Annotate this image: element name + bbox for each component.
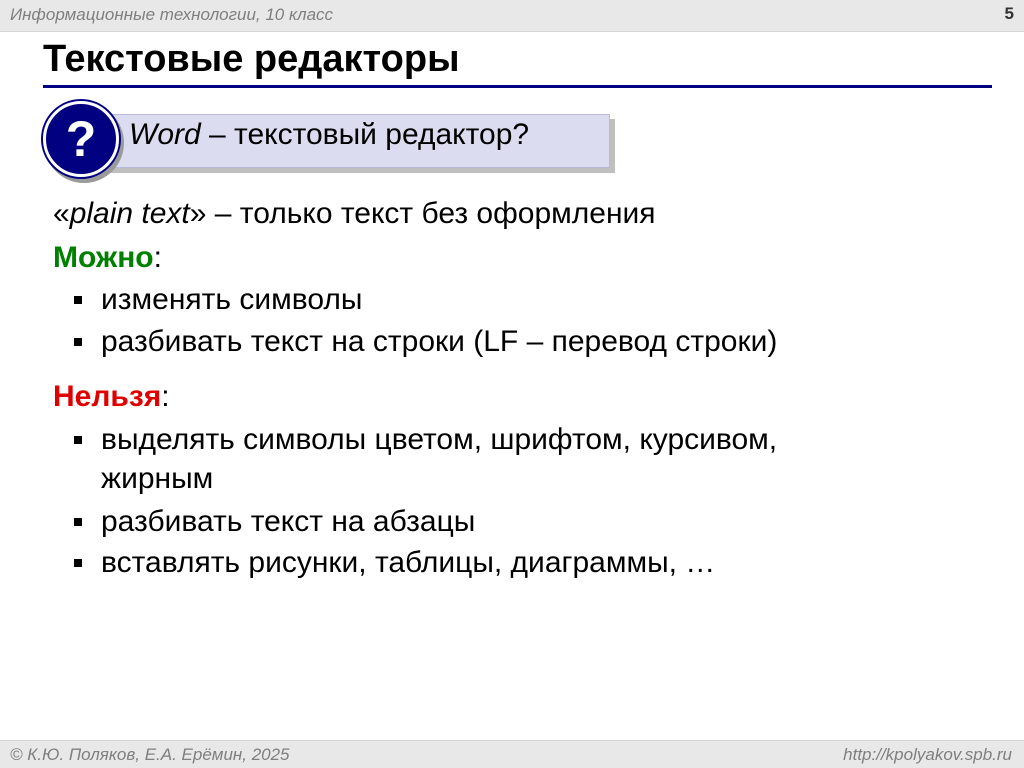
can-item: разбивать текст на строки (LF – перевод … <box>101 325 778 358</box>
cannot-heading-line: Нельзя: <box>53 380 170 414</box>
plain-text-line: «plain text» – только текст без оформлен… <box>53 197 656 231</box>
slide-title: Текстовые редакторы <box>43 38 460 80</box>
bullet-icon <box>74 559 82 567</box>
cannot-item: разбивать текст на абзацы <box>101 505 476 538</box>
bullet-icon <box>74 338 82 346</box>
cannot-heading: Нельзя <box>53 380 162 413</box>
course-title: Информационные технологии, 10 класс <box>10 5 334 24</box>
cannot-item: выделять символы цветом, шрифтом, курсив… <box>101 423 778 456</box>
can-heading: Можно <box>53 241 154 274</box>
footer-authors: © К.Ю. Поляков, Е.А. Ерёмин, 2025 <box>10 745 290 764</box>
question-glyph: ? <box>65 111 97 167</box>
can-colon: : <box>153 241 162 274</box>
cannot-item-continuation: жирным <box>101 462 214 495</box>
bullet-icon <box>74 518 82 526</box>
slide-number: 5 <box>1004 4 1014 23</box>
plain-text-term: plain text <box>69 197 190 230</box>
question-text: Word – текстовый редактор? <box>129 118 529 152</box>
slide: Информационные технологии, 10 класс 5 Те… <box>0 0 1024 768</box>
question-rest: – текстовый редактор? <box>200 118 530 151</box>
open-quote: « <box>53 197 70 230</box>
can-item: изменять символы <box>101 283 363 316</box>
header-bar: Информационные технологии, 10 класс 5 <box>0 0 1024 32</box>
bullet-icon <box>74 296 82 304</box>
bullet-icon <box>74 436 82 444</box>
question-icon: ? <box>43 101 119 177</box>
plain-text-description: » – только текст без оформления <box>189 197 656 230</box>
cannot-colon: : <box>161 380 170 413</box>
cannot-item: вставлять рисунки, таблицы, диаграммы, … <box>101 546 716 579</box>
footer-bar: © К.Ю. Поляков, Е.А. Ерёмин, 2025 http:/… <box>0 740 1024 768</box>
footer-site-link[interactable]: http://kpolyakov.spb.ru <box>843 745 1012 765</box>
title-underline <box>43 85 992 88</box>
can-heading-line: Можно: <box>53 241 162 275</box>
question-word: Word <box>129 118 201 151</box>
